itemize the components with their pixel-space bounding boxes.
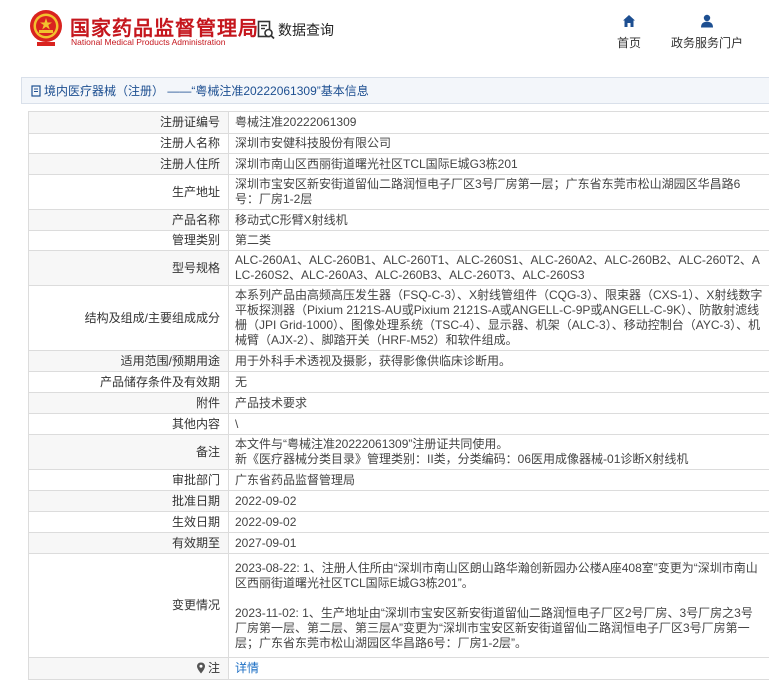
table-row: 注册人住所 深圳市南山区西丽街道曙光社区TCL国际E城G3栋201: [28, 153, 769, 175]
document-icon: [31, 84, 41, 97]
row-label: 注册证编号: [28, 111, 229, 134]
row-value: 2022-09-02: [228, 511, 769, 533]
row-label: 批准日期: [28, 490, 229, 512]
change-entry: 2023-11-02: 1、生产地址由“深圳市宝安区新安街道留仙二路润恒电子厂区…: [235, 605, 753, 650]
table-row: 有效期至 2027-09-01: [28, 532, 769, 554]
row-value: 2022-09-02: [228, 490, 769, 512]
table-row: 生效日期 2022-09-02: [28, 511, 769, 533]
change-entry: 2023-08-22: 1、注册人住所由“深圳市南山区朗山路华瀚创新园办公楼A座…: [235, 560, 758, 590]
table-row: 产品名称 移动式C形臂X射线机: [28, 209, 769, 231]
table-row: 生产地址 深圳市宝安区新安街道留仙二路润恒电子厂区3号厂房第一层；广东省东莞市松…: [28, 174, 769, 210]
remark-line: 新《医疗器械分类目录》管理类别：II类，分类编码：06医用成像器械-01诊断X射…: [235, 452, 689, 466]
row-label: 有效期至: [28, 532, 229, 554]
table-row: 注 详情: [28, 657, 769, 680]
details-link[interactable]: 详情: [235, 661, 259, 675]
nav-service-portal[interactable]: 政务服务门户: [671, 14, 743, 51]
table-row: 批准日期 2022-09-02: [28, 490, 769, 512]
table-row: 审批部门 广东省药品监督管理局: [28, 469, 769, 491]
row-value: 深圳市宝安区新安街道留仙二路润恒电子厂区3号厂房第一层；广东省东莞市松山湖园区华…: [228, 174, 769, 210]
table-row: 变更情况 2023-08-22: 1、注册人住所由“深圳市南山区朗山路华瀚创新园…: [28, 553, 769, 658]
row-value: \: [228, 413, 769, 435]
row-label: 附件: [28, 392, 229, 414]
row-value: 第二类: [228, 230, 769, 251]
row-value: 2027-09-01: [228, 532, 769, 554]
row-value: 粤械注准20222061309: [228, 111, 769, 134]
page-title-bar: 境内医疗器械（注册） ——“粤械注准20222061309”基本信息: [21, 77, 769, 104]
row-label: 产品名称: [28, 209, 229, 231]
row-label: 生效日期: [28, 511, 229, 533]
row-label: 注册人住所: [28, 153, 229, 175]
row-label: 注: [28, 657, 229, 680]
row-label: 其他内容: [28, 413, 229, 435]
row-label: 管理类别: [28, 230, 229, 251]
note-label: 注: [207, 661, 220, 675]
row-label: 变更情况: [28, 553, 229, 658]
table-row: 管理类别 第二类: [28, 230, 769, 251]
row-value: 2023-08-22: 1、注册人住所由“深圳市南山区朗山路华瀚创新园办公楼A座…: [228, 553, 769, 658]
remark-line: 本文件与“粤械注准20222061309”注册证共同使用。: [235, 437, 509, 451]
national-emblem-icon: [30, 10, 62, 46]
nav-home-label: 首页: [617, 36, 642, 50]
row-label: 结构及组成/主要组成成分: [28, 285, 229, 351]
row-label: 型号规格: [28, 250, 229, 286]
table-row: 其他内容 \: [28, 413, 769, 435]
data-query-label: 数据查询: [278, 22, 334, 38]
table-row: 附件 产品技术要求: [28, 392, 769, 414]
row-value: 用于外科手术透视及摄影，获得影像供临床诊断用。: [228, 350, 769, 372]
row-value: 无: [228, 371, 769, 393]
change-spacer: [235, 591, 763, 606]
table-row: 产品储存条件及有效期 无: [28, 371, 769, 393]
page-title: 境内医疗器械（注册） ——“粤械注准20222061309”基本信息: [44, 84, 369, 98]
home-icon: [623, 15, 635, 27]
nav-home[interactable]: 首页: [617, 14, 641, 51]
data-query-link[interactable]: 数据查询: [257, 18, 334, 42]
row-value: 详情: [228, 657, 769, 680]
row-value: 本文件与“粤械注准20222061309”注册证共同使用。 新《医疗器械分类目录…: [228, 434, 769, 470]
row-value: 深圳市南山区西丽街道曙光社区TCL国际E城G3栋201: [228, 153, 769, 175]
site-header: 国家药品监督管理局 National Medical Products Admi…: [0, 0, 769, 62]
table-row: 型号规格 ALC-260A1、ALC-260B1、ALC-260T1、ALC-2…: [28, 250, 769, 286]
row-value: 产品技术要求: [228, 392, 769, 414]
registration-info-table: 注册证编号 粤械注准20222061309 注册人名称 深圳市安健科技股份有限公…: [28, 111, 769, 680]
row-value: 广东省药品监督管理局: [228, 469, 769, 491]
row-label: 产品储存条件及有效期: [28, 371, 229, 393]
agency-name-english: National Medical Products Administration: [71, 37, 226, 47]
user-icon: [701, 14, 713, 28]
row-value: 本系列产品由高频高压发生器（FSQ-C-3）、X射线管组件（CQG-3）、限束器…: [228, 285, 769, 351]
row-label: 备注: [28, 434, 229, 470]
table-row: 结构及组成/主要组成成分 本系列产品由高频高压发生器（FSQ-C-3）、X射线管…: [28, 285, 769, 351]
row-value: 移动式C形臂X射线机: [228, 209, 769, 231]
table-row: 适用范围/预期用途 用于外科手术透视及摄影，获得影像供临床诊断用。: [28, 350, 769, 372]
table-row: 备注 本文件与“粤械注准20222061309”注册证共同使用。 新《医疗器械分…: [28, 434, 769, 470]
map-pin-icon: [196, 662, 205, 674]
table-row: 注册人名称 深圳市安健科技股份有限公司: [28, 133, 769, 154]
row-label: 审批部门: [28, 469, 229, 491]
row-value: 深圳市安健科技股份有限公司: [228, 133, 769, 154]
row-label: 生产地址: [28, 174, 229, 210]
nav-service-label: 政务服务门户: [671, 36, 744, 50]
row-label: 适用范围/预期用途: [28, 350, 229, 372]
table-row: 注册证编号 粤械注准20222061309: [28, 111, 769, 134]
row-value: ALC-260A1、ALC-260B1、ALC-260T1、ALC-260S1、…: [228, 250, 769, 286]
row-label: 注册人名称: [28, 133, 229, 154]
document-search-icon: [257, 20, 275, 40]
